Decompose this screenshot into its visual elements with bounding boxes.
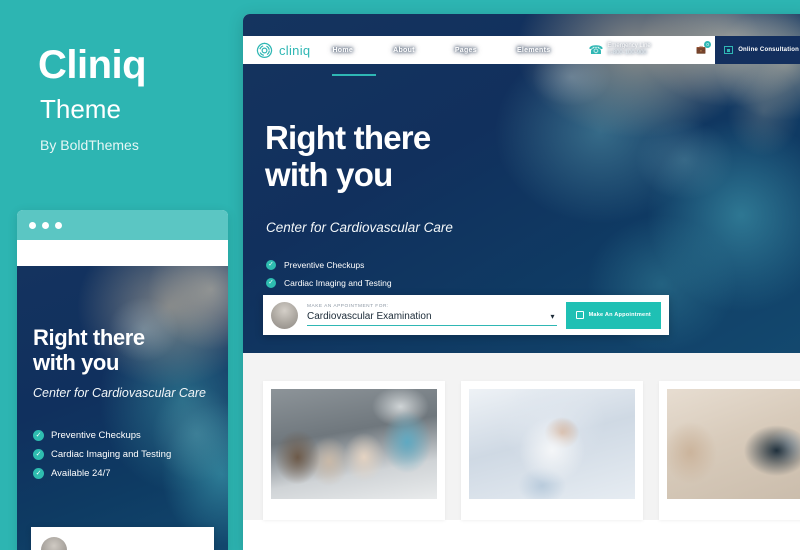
list-item: ✓ Cardiac Imaging and Testing xyxy=(266,278,392,288)
window-dot-maximize-icon[interactable] xyxy=(55,221,62,229)
card-item[interactable] xyxy=(263,381,445,520)
list-item: ✓ Cardiac Imaging and Testing xyxy=(33,449,171,460)
promo-subtitle: Theme xyxy=(40,94,121,124)
hero-heading: Right there with you xyxy=(265,119,431,194)
online-consultation-button[interactable]: Online Consultation xyxy=(715,36,800,64)
site-logo-text: cliniq xyxy=(279,42,311,58)
mini-appointment-bar[interactable] xyxy=(31,527,214,550)
avatar xyxy=(41,537,67,550)
navbar-right-cluster: ☎ Emergency Line 1-800-100-900 ⌕ ◎ 💼 0 On… xyxy=(588,36,800,64)
list-item-label: Preventive Checkups xyxy=(284,260,365,270)
screenshot-stage: Cliniq Theme By BoldThemes Right there w… xyxy=(0,0,800,550)
nav-item-home[interactable]: Home xyxy=(332,47,376,76)
appointment-select[interactable]: Cardiovascular Examination ▾ xyxy=(307,311,557,326)
site-logo[interactable]: cliniq xyxy=(255,41,310,60)
make-appointment-button[interactable]: Make An Appointment xyxy=(565,301,661,329)
check-circle-icon: ✓ xyxy=(33,449,44,460)
chevron-down-icon[interactable]: ▾ xyxy=(551,312,555,321)
check-circle-icon: ✓ xyxy=(33,468,44,479)
list-item: ✓ Preventive Checkups xyxy=(33,430,171,441)
appointment-bar: MAKE AN APPOINTMENT FOR: Cardiovascular … xyxy=(263,295,669,335)
check-circle-icon: ✓ xyxy=(33,430,44,441)
mini-titlebar xyxy=(17,210,228,240)
mini-hero-feature-list: ✓ Preventive Checkups ✓ Cardiac Imaging … xyxy=(33,430,171,487)
cliniq-spiral-logo-icon xyxy=(255,41,274,60)
appointment-selected-value: Cardiovascular Examination xyxy=(307,311,432,322)
list-item: ✓ Available 24/7 xyxy=(33,468,171,479)
search-icon[interactable]: ⌕ xyxy=(671,46,675,54)
card-image-ct-scan xyxy=(469,389,635,499)
check-circle-icon: ✓ xyxy=(266,278,276,288)
promo-author: By BoldThemes xyxy=(40,137,139,153)
make-appointment-label: Make An Appointment xyxy=(588,312,651,318)
card-item[interactable] xyxy=(461,381,643,520)
page-title: Cliniq xyxy=(38,43,147,87)
appointment-field-label: MAKE AN APPOINTMENT FOR: xyxy=(307,304,389,309)
card-item[interactable] xyxy=(659,381,800,520)
calendar-icon xyxy=(575,311,584,319)
check-circle-icon: ✓ xyxy=(266,260,276,270)
navbar-icon-group: ⌕ ◎ 💼 0 xyxy=(660,41,715,59)
mini-hero-heading: Right there with you xyxy=(33,325,145,375)
window-dot-minimize-icon[interactable] xyxy=(42,221,49,229)
cart-icon[interactable]: 💼 0 xyxy=(696,41,712,54)
main-preview-window: cliniq Home About Pages Elements ☎ Emerg… xyxy=(243,14,800,550)
nav-item-about[interactable]: About xyxy=(393,47,415,54)
hero-heading-line1: Right there xyxy=(265,119,431,156)
hero-tagline: Center for Cardiovascular Care xyxy=(266,220,453,235)
list-item-label: Preventive Checkups xyxy=(51,430,141,441)
phone-icon: ☎ xyxy=(588,43,604,57)
video-chat-icon xyxy=(724,46,734,54)
cart-badge: 0 xyxy=(704,41,712,48)
hero-section: cliniq Home About Pages Elements ☎ Emerg… xyxy=(243,14,800,353)
site-navbar: cliniq Home About Pages Elements ☎ Emerg… xyxy=(243,36,800,76)
hero-heading-line2: with you xyxy=(265,155,393,193)
emergency-line-number: 1-800-100-900 xyxy=(607,50,647,56)
list-item-label: Cardiac Imaging and Testing xyxy=(284,278,392,288)
mini-hero: Right there with you Center for Cardiova… xyxy=(17,266,228,550)
appointment-select-field[interactable]: MAKE AN APPOINTMENT FOR: Cardiovascular … xyxy=(307,304,557,326)
cards-section xyxy=(243,353,800,520)
card-image-medical-team xyxy=(271,389,437,499)
mini-hero-tagline: Center for Cardiovascular Care xyxy=(33,386,206,400)
nav-item-elements[interactable]: Elements xyxy=(517,47,551,54)
emergency-line-label: Emergency Line xyxy=(607,42,651,49)
list-item-label: Available 24/7 xyxy=(51,468,111,479)
list-item: ✓ Preventive Checkups xyxy=(266,260,392,270)
mini-preview-window: Right there with you Center for Cardiova… xyxy=(17,210,228,550)
nav-item-pages[interactable]: Pages xyxy=(455,47,477,54)
online-consultation-label: Online Consultation xyxy=(738,47,799,53)
card-image-telemedicine xyxy=(667,389,800,499)
list-item-label: Cardiac Imaging and Testing xyxy=(51,449,172,460)
mini-site-navbar xyxy=(17,240,228,266)
emergency-line[interactable]: Emergency Line 1-800-100-900 xyxy=(607,43,650,58)
globe-icon[interactable]: ◎ xyxy=(682,46,689,54)
nav-links: Home About Pages Elements xyxy=(332,47,551,76)
window-dot-close-icon[interactable] xyxy=(29,221,36,229)
mini-hero-heading-line2: with you xyxy=(33,349,120,375)
mini-hero-heading-line1: Right there xyxy=(33,325,145,350)
avatar xyxy=(271,301,298,329)
